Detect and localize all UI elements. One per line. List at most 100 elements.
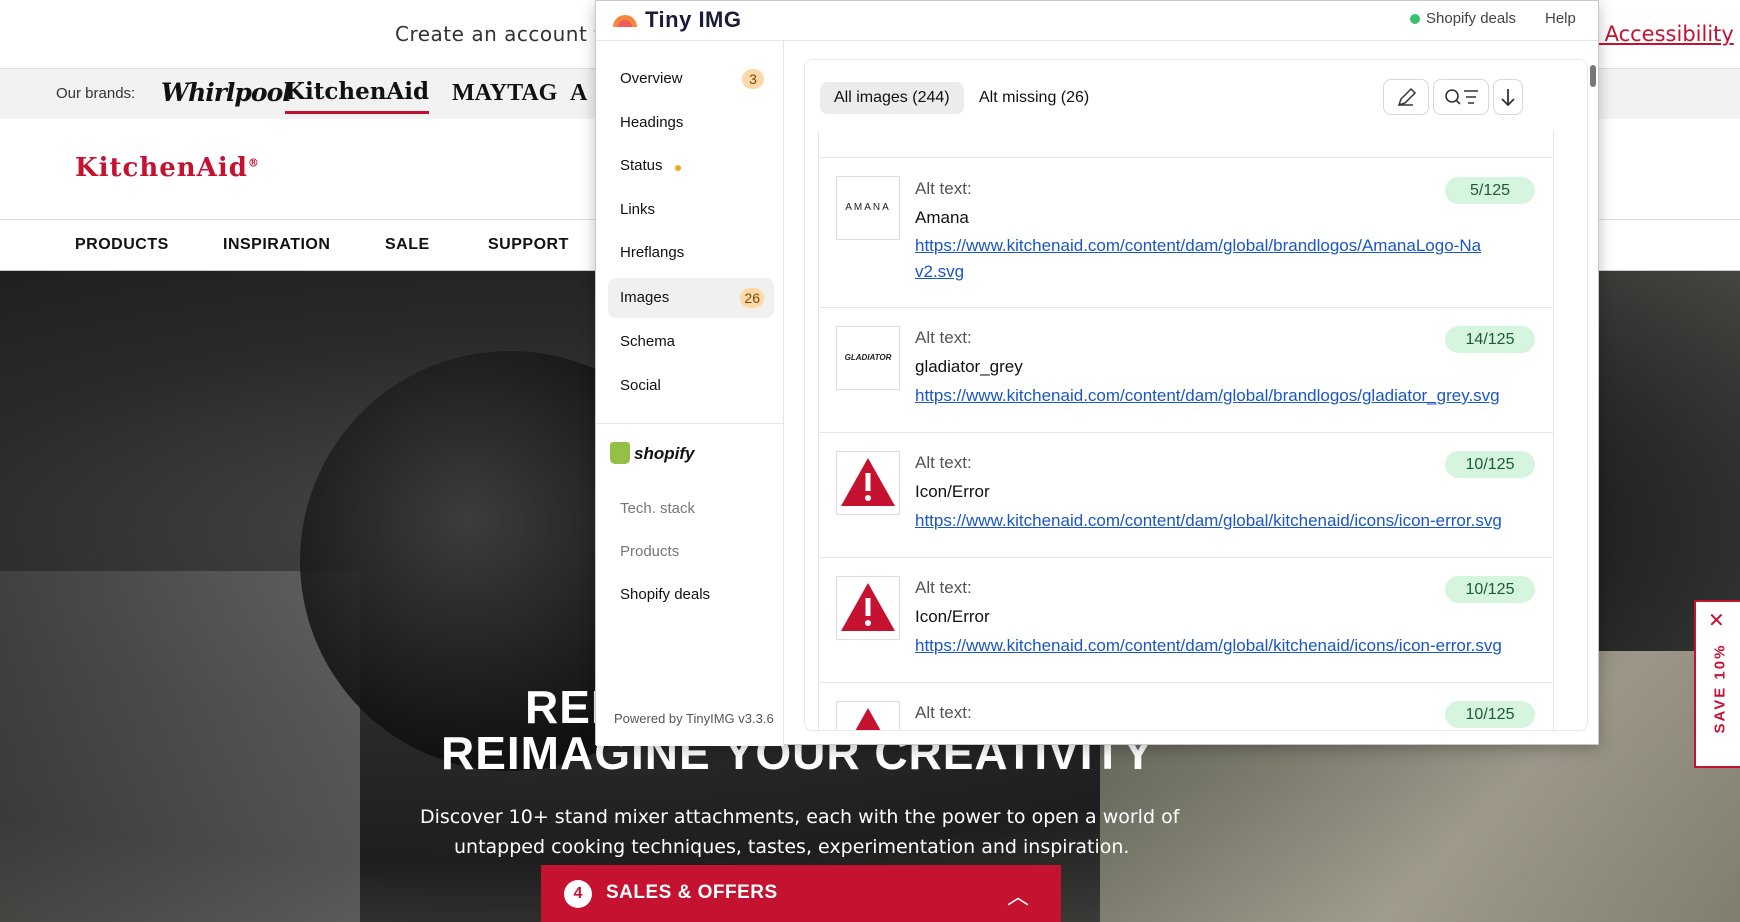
sidebar-item-label: Social (620, 377, 661, 394)
images-panel: All images (244) Alt missing (26) AMANA … (804, 59, 1588, 731)
alt-text-value: Icon/Error (915, 607, 990, 626)
images-list: AMANA Alt text: Amana https://www.kitche… (818, 122, 1554, 730)
sidebar-item-label: Headings (620, 114, 684, 131)
tab-all-images[interactable]: All images (244) (820, 82, 964, 114)
save-10-label: SAVE 10% (1711, 643, 1729, 734)
powered-by: Powered by TinyIMG v3.3.6 (614, 711, 774, 726)
sidebar-item-label: Schema (620, 333, 676, 350)
hero-image-left (0, 571, 360, 922)
list-item: Alt text: 10/125 (819, 683, 1553, 730)
sidebar-item-status[interactable]: Status (608, 146, 774, 186)
sidebar-item-label: Shopify deals (620, 586, 711, 603)
char-count-badge: 10/125 (1445, 576, 1535, 603)
char-count-badge: 10/125 (1445, 451, 1535, 478)
sidebar-item-social[interactable]: Social (608, 366, 774, 406)
save-10-tab[interactable]: ✕ SAVE 10% (1694, 600, 1740, 768)
list-item (819, 122, 1553, 158)
edit-button[interactable] (1383, 79, 1429, 115)
brand-whirlpool[interactable]: Whirlpool (161, 78, 292, 107)
char-count-badge: 10/125 (1445, 701, 1535, 728)
alt-text-label: Alt text: (915, 453, 972, 472)
brand-maytag[interactable]: MAYTAG (452, 80, 557, 107)
alt-text-value: gladiator_grey (915, 357, 1023, 376)
list-item: Alt text: Icon/Error https://www.kitchen… (819, 558, 1553, 683)
alt-text-value: Amana (915, 208, 969, 227)
alt-text-label: Alt text: (915, 328, 972, 347)
alt-text-label: Alt text: (915, 578, 972, 597)
shopify-deals-link[interactable]: Shopify deals (1426, 10, 1516, 27)
tinyimg-popup: Tiny IMG Shopify deals Help Overview 3 H… (595, 0, 1599, 746)
download-button[interactable] (1493, 79, 1523, 115)
offers-count-badge: 4 (564, 880, 592, 908)
thumbnail-text: GLADIATOR (844, 353, 892, 362)
sidebar-item-headings[interactable]: Headings (608, 103, 774, 143)
sidebar-item-tech-stack[interactable]: Tech. stack (608, 489, 774, 529)
nav-support[interactable]: SUPPORT (488, 236, 569, 254)
sidebar-item-schema[interactable]: Schema (608, 322, 774, 362)
sidebar-item-images[interactable]: Images 26 (608, 278, 774, 318)
sidebar-item-label: Products (620, 543, 680, 560)
nav-sale[interactable]: SALE (385, 236, 430, 254)
image-url-link[interactable]: https://www.kitchenaid.com/content/dam/g… (915, 508, 1535, 534)
arrow-down-icon (1501, 89, 1515, 107)
status-dot-icon (1410, 14, 1420, 24)
pencil-icon (1397, 87, 1417, 107)
sidebar-item-label: Hreflangs (620, 244, 685, 261)
brand-kitchenaid[interactable]: KitchenAid (285, 78, 430, 114)
brands-label: Our brands: (56, 85, 136, 102)
list-item: AMANA Alt text: Amana https://www.kitche… (819, 158, 1553, 308)
warning-triangle-icon (841, 458, 895, 506)
sidebar-item-label: Tech. stack (620, 500, 696, 517)
help-link[interactable]: Help (1545, 10, 1576, 27)
list-item: Alt text: Icon/Error https://www.kitchen… (819, 433, 1553, 558)
nav-inspiration[interactable]: INSPIRATION (223, 236, 330, 254)
image-thumbnail: GLADIATOR (836, 326, 900, 390)
image-thumbnail (836, 701, 900, 730)
sidebar-item-label: Overview (620, 70, 683, 87)
sales-offers-bar[interactable]: 4 SALES & OFFERS ︿ (541, 865, 1061, 922)
scrollbar-thumb[interactable] (1590, 65, 1596, 87)
shopify-bag-icon (610, 442, 630, 464)
nav-products[interactable]: PRODUCTS (75, 236, 169, 254)
tinyimg-logo-icon (613, 15, 637, 27)
divider (596, 423, 784, 424)
sidebar-item-hreflangs[interactable]: Hreflangs (608, 233, 774, 273)
warning-dot-icon (675, 165, 681, 171)
hero-description: Discover 10+ stand mixer attachments, ea… (420, 806, 1180, 858)
char-count-badge: 14/125 (1445, 326, 1535, 353)
sidebar-item-shopify-deals[interactable]: Shopify deals (608, 575, 774, 615)
tinyimg-brand: Tiny IMG (645, 7, 742, 32)
tab-alt-missing[interactable]: Alt missing (26) (965, 82, 1103, 114)
count-badge: 26 (740, 288, 764, 308)
alt-text-label: Alt text: (915, 179, 972, 198)
sales-offers-label: SALES & OFFERS (606, 882, 778, 903)
char-count-badge: 5/125 (1445, 177, 1535, 204)
chevron-up-icon[interactable]: ︿ (1007, 879, 1029, 911)
image-thumbnail (836, 451, 900, 515)
sidebar-item-links[interactable]: Links (608, 190, 774, 230)
popup-header: Tiny IMG Shopify deals Help (596, 1, 1598, 41)
popup-sidebar: Overview 3 Headings Status Links Hreflan… (596, 41, 784, 746)
search-icon (1445, 89, 1478, 105)
image-url-link[interactable]: https://www.kitchenaid.com/content/dam/g… (915, 383, 1535, 409)
sidebar-item-label: Status (620, 157, 663, 174)
alt-text-label: Alt text: (915, 703, 972, 722)
list-item: GLADIATOR Alt text: gladiator_grey https… (819, 308, 1553, 433)
image-url-link[interactable]: https://www.kitchenaid.com/content/dam/g… (915, 633, 1535, 659)
sidebar-item-products[interactable]: Products (608, 532, 774, 572)
count-badge: 3 (742, 69, 764, 89)
warning-triangle-icon (841, 583, 895, 631)
sidebar-item-label: Links (620, 201, 656, 218)
accessibility-link[interactable]: e Accessibility (1585, 22, 1734, 46)
brand-amana[interactable]: A (570, 80, 587, 107)
images-tabs: All images (244) Alt missing (26) (805, 60, 1587, 130)
sidebar-item-label: Images (620, 289, 670, 306)
alt-text-value: Icon/Error (915, 482, 990, 501)
sidebar-item-overview[interactable]: Overview 3 (608, 59, 774, 99)
kitchenaid-logo[interactable]: KitchenAid® (75, 153, 260, 183)
shopify-label: shopify (634, 444, 695, 463)
warning-triangle-icon (855, 708, 881, 730)
thumbnail-text: AMANA (845, 202, 891, 213)
image-url-link[interactable]: https://www.kitchenaid.com/content/dam/g… (915, 233, 1485, 285)
search-filter-button[interactable] (1433, 79, 1489, 115)
